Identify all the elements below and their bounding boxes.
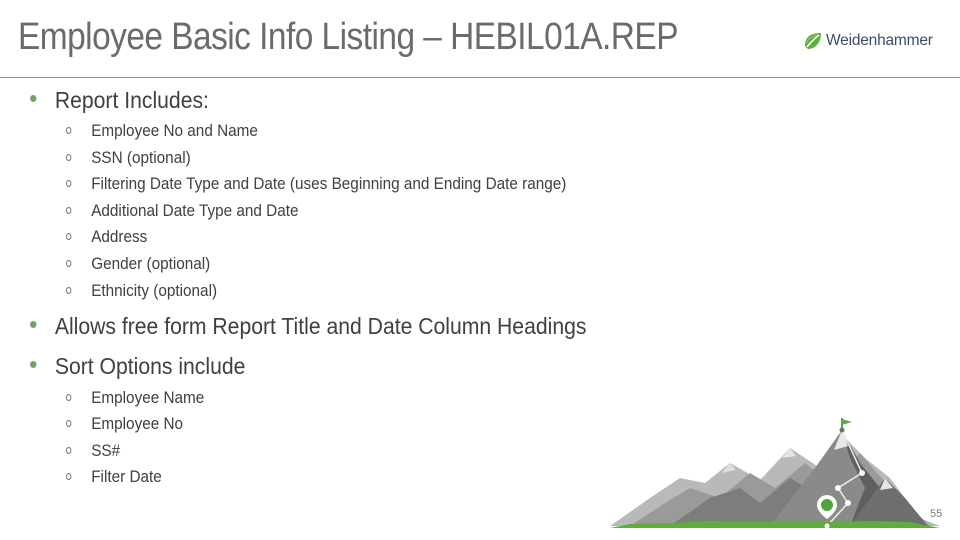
- path-waypoint: [859, 470, 865, 476]
- bullet-dot-icon: [30, 361, 37, 369]
- page-number: 55: [930, 508, 943, 520]
- bullet-dot-icon: [30, 95, 37, 103]
- sub-bullet: SS#: [66, 441, 120, 461]
- sub-bullet-text: Gender (optional): [91, 254, 211, 273]
- bullet-ring-icon: [66, 447, 72, 455]
- bullet-dot-icon: [30, 321, 37, 329]
- sub-bullet-text: Additional Date Type and Date: [91, 201, 299, 220]
- sub-bullet-text: Employee Name: [91, 388, 205, 407]
- bullet-ring-icon: [66, 207, 72, 215]
- bullet-ring-icon: [66, 260, 72, 268]
- bullet-ring-icon: [66, 233, 72, 241]
- sub-bullet: Employee Name: [66, 388, 204, 408]
- mountain-summit-illustration: [610, 418, 940, 529]
- bullet-text: Report Includes:: [54, 87, 209, 113]
- summit-flag-icon: [842, 419, 852, 425]
- sub-bullet-text: SSN (optional): [91, 148, 191, 167]
- bullet-ring-icon: [66, 394, 72, 402]
- sub-bullet: Filter Date: [66, 467, 162, 487]
- path-waypoint: [845, 500, 851, 506]
- bullet-ring-icon: [66, 180, 72, 188]
- sub-bullet-text: Employee No: [91, 414, 184, 433]
- sub-bullet: SSN (optional): [66, 148, 191, 168]
- bullet-ring-icon: [66, 154, 72, 162]
- sub-bullet-text: Address: [91, 227, 148, 246]
- sub-bullet: Employee No and Name: [66, 121, 258, 141]
- sub-bullet: Employee No: [66, 414, 183, 434]
- sub-bullet-text: Filter Date: [91, 467, 162, 486]
- bullet-text: Sort Options include: [54, 353, 246, 379]
- sub-bullet-text: Employee No and Name: [91, 121, 258, 140]
- path-waypoint: [835, 485, 841, 491]
- sub-bullet-text: SS#: [91, 441, 121, 460]
- bullet-text: Allows free form Report Title and Date C…: [54, 313, 587, 339]
- sub-bullet: Ethnicity (optional): [66, 281, 217, 301]
- bullet-ring-icon: [66, 420, 72, 428]
- sub-bullet-text: Filtering Date Type and Date (uses Begin…: [91, 174, 567, 193]
- sub-bullet: Filtering Date Type and Date (uses Begin…: [66, 174, 566, 194]
- sub-bullet: Additional Date Type and Date: [66, 201, 298, 221]
- bullet-ring-icon: [66, 287, 72, 295]
- bullet-free-form: Allows free form Report Title and Date C…: [30, 313, 586, 340]
- bullet-ring-icon: [66, 127, 72, 135]
- bullet-ring-icon: [66, 473, 72, 481]
- bullet-report-includes: Report Includes:: [30, 87, 209, 114]
- sub-bullet: Address: [66, 227, 147, 247]
- sub-bullet: Gender (optional): [66, 254, 210, 274]
- sub-bullet-text: Ethnicity (optional): [91, 281, 218, 300]
- bullet-sort-options: Sort Options include: [30, 353, 245, 380]
